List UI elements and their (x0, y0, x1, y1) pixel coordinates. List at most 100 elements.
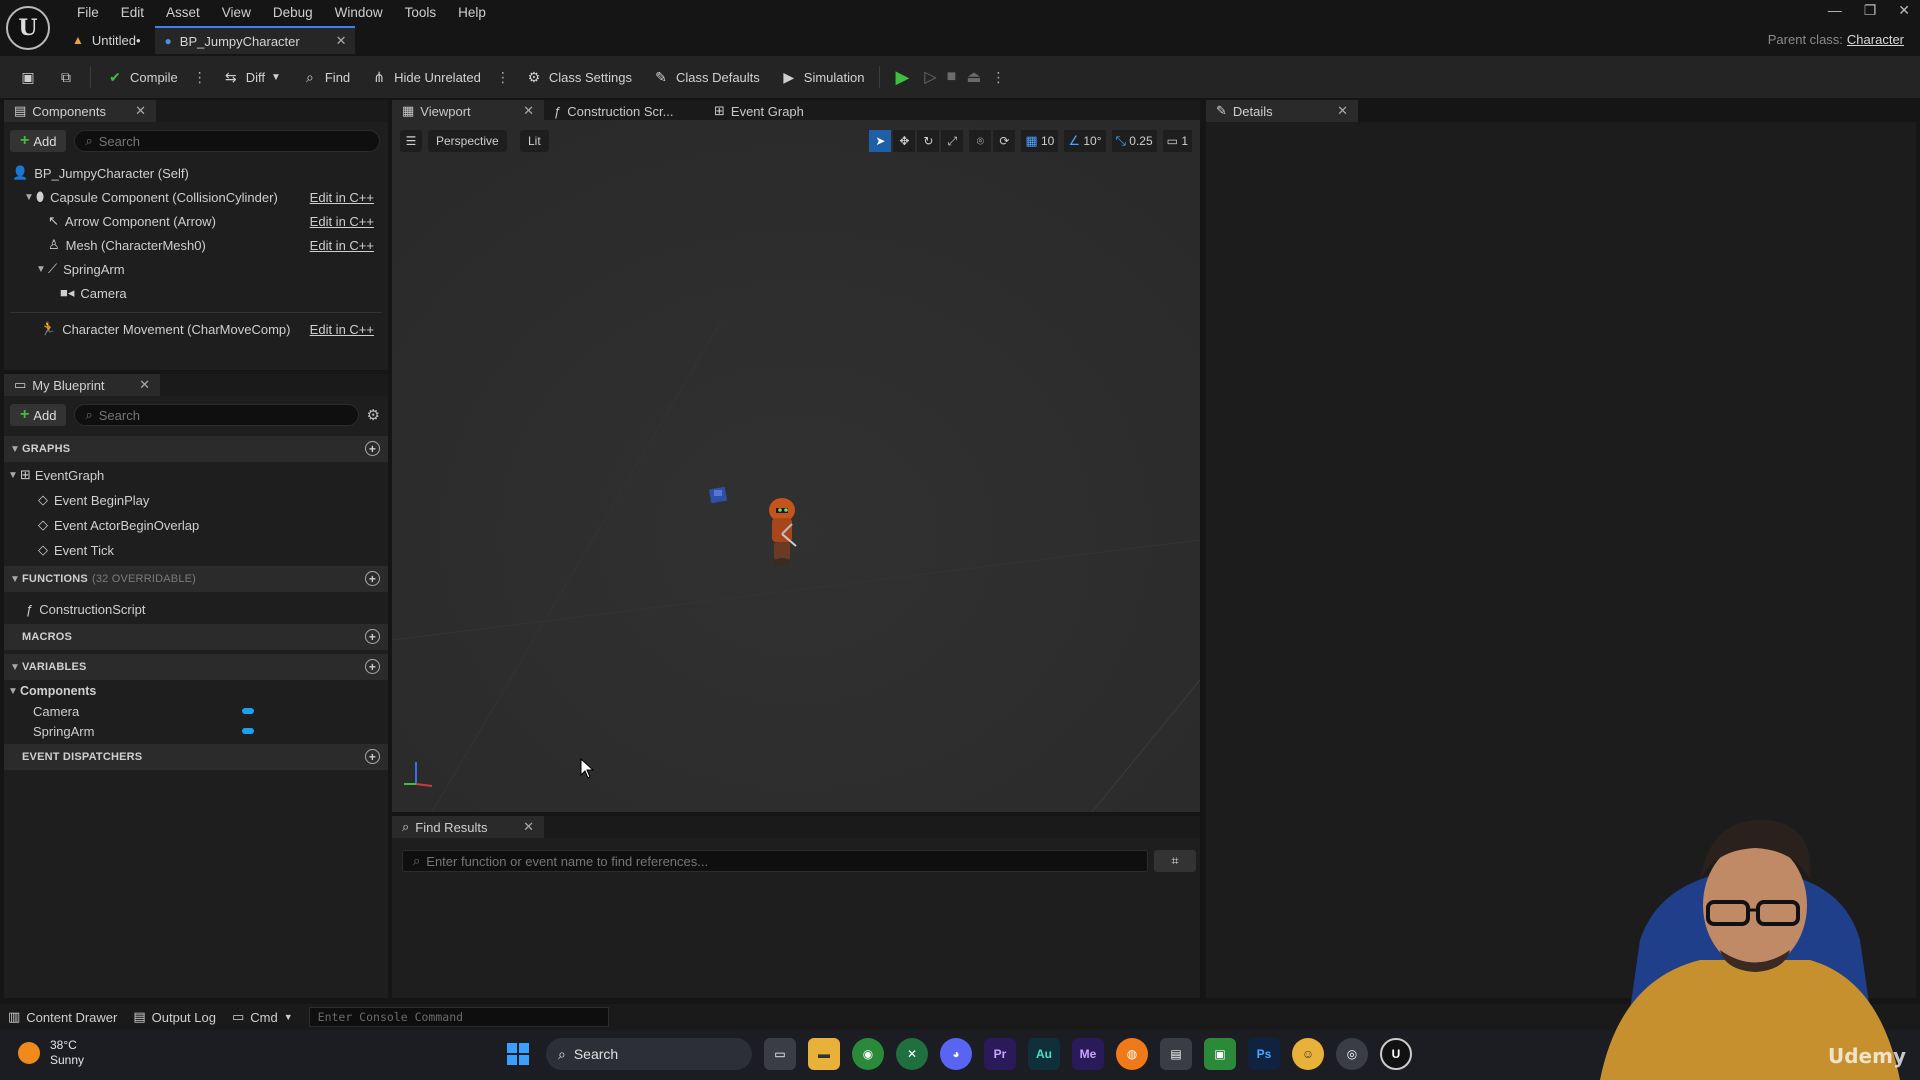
step-button[interactable]: ▷ (920, 62, 940, 92)
rotation-snap-button[interactable]: ∠ 10° (1064, 130, 1106, 152)
menu-asset[interactable]: Asset (155, 2, 211, 24)
find-results-search-field[interactable]: ⌕ (402, 850, 1148, 872)
unreal-engine-taskbar-icon[interactable]: U (1380, 1038, 1412, 1070)
section-functions[interactable]: ▼ FUNCTIONS (32 OVERRIDABLE) + (4, 566, 388, 592)
discord-icon[interactable]: ◕ (940, 1038, 972, 1070)
lock-icon[interactable]: ▣ (1204, 1038, 1236, 1070)
variable-springarm[interactable]: SpringArm (33, 720, 94, 742)
tree-row-self[interactable]: 👤 BP_JumpyCharacter (Self) (12, 162, 384, 184)
minimize-icon[interactable]: — (1828, 2, 1842, 19)
eject-button[interactable]: ⏏ (962, 62, 985, 92)
edit-in-cpp-link[interactable]: Edit in C++ (310, 214, 374, 229)
tab-construction-script[interactable]: ƒ Construction Scr... (544, 100, 704, 122)
expand-icon[interactable]: ▼ (36, 264, 48, 275)
restore-icon[interactable]: ❐ (1864, 2, 1877, 19)
details-tab[interactable]: ✎ Details ✕ (1206, 100, 1358, 122)
tree-row-arrow[interactable]: ↖ Arrow Component (Arrow) Edit in C++ (48, 210, 384, 232)
perspective-button[interactable]: Perspective (428, 130, 507, 152)
translate-icon[interactable]: ✥ (893, 130, 916, 152)
windows-start-icon[interactable] (502, 1038, 534, 1070)
save-button[interactable]: ▣ (10, 62, 46, 92)
edit-in-cpp-link[interactable]: Edit in C++ (310, 238, 374, 253)
photoshop-icon[interactable]: Ps (1248, 1038, 1280, 1070)
components-search-input[interactable] (98, 133, 369, 149)
section-graphs[interactable]: ▼ GRAPHS + (4, 436, 388, 462)
diff-button[interactable]: ⇆ Diff ▼ (213, 62, 290, 92)
obs-icon[interactable]: ◎ (1336, 1038, 1368, 1070)
weather-widget[interactable]: 38°C Sunny (18, 1038, 84, 1068)
variable-camera[interactable]: Camera (33, 700, 79, 722)
character-preview[interactable] (708, 478, 828, 578)
content-drawer-button[interactable]: ▥ Content Drawer (8, 1009, 117, 1025)
rotate-icon[interactable]: ↻ (917, 130, 940, 152)
cmd-dropdown[interactable]: ▭ Cmd ▼ (232, 1009, 293, 1025)
components-tab[interactable]: ▤ Components ✕ (4, 100, 156, 122)
select-mode-icon[interactable]: ➤ (869, 130, 892, 152)
my-blueprint-search-input[interactable] (98, 407, 348, 423)
my-blueprint-search[interactable]: ⌕ (74, 404, 359, 426)
taskbar-search[interactable]: ⌕ Search (546, 1038, 752, 1070)
media-encoder-icon[interactable]: Me (1072, 1038, 1104, 1070)
xbox-icon[interactable]: ✕ (896, 1038, 928, 1070)
tree-row-springarm[interactable]: ▼ ⟋ SpringArm (36, 258, 384, 280)
section-macros[interactable]: MACROS + (4, 624, 388, 650)
menu-view[interactable]: View (211, 2, 262, 24)
play-button[interactable]: ▶ (886, 62, 918, 92)
doc-tab-untitled[interactable]: ▲ Untitled• (62, 26, 155, 54)
close-icon[interactable]: ✕ (336, 33, 347, 49)
event-begin-play[interactable]: ◇ Event BeginPlay (38, 489, 149, 511)
viewport-menu-icon[interactable]: ☰ (400, 130, 422, 152)
add-component-button[interactable]: + Add (10, 130, 67, 152)
tree-row-mesh[interactable]: ♙ Mesh (CharacterMesh0) Edit in C++ (48, 234, 384, 256)
find-button[interactable]: ⌕ Find (292, 62, 359, 92)
compile-button[interactable]: ✔ Compile (97, 62, 187, 92)
doc-tab-bp-jumpy-character[interactable]: ● BP_JumpyCharacter ✕ (154, 26, 355, 54)
camera-speed-button[interactable]: ▭ 1 (1162, 130, 1192, 152)
add-member-button[interactable]: + Add (10, 404, 67, 426)
find-in-all-blueprints-button[interactable]: ⌗ (1154, 850, 1196, 872)
class-defaults-button[interactable]: ✎ Class Defaults (643, 62, 769, 92)
close-icon[interactable]: ✕ (139, 377, 150, 393)
file-explorer-icon[interactable]: ▬ (808, 1038, 840, 1070)
find-results-search[interactable]: ⌕ (402, 850, 1148, 872)
hide-unrelated-button[interactable]: ⋔ Hide Unrelated (361, 62, 490, 92)
find-results-input[interactable] (426, 853, 1137, 869)
variable-category-components[interactable]: ▼ Components (8, 680, 96, 702)
close-icon[interactable]: ✕ (1337, 103, 1348, 119)
lit-button[interactable]: Lit (520, 130, 549, 152)
find-results-tab[interactable]: ⌕ Find Results ✕ (392, 816, 544, 838)
task-view-icon[interactable]: ▭ (764, 1038, 796, 1070)
my-blueprint-tab[interactable]: ▭ My Blueprint ✕ (4, 374, 160, 396)
close-icon[interactable]: ✕ (523, 103, 534, 119)
audition-icon[interactable]: Au (1028, 1038, 1060, 1070)
console-command-input[interactable]: Enter Console Command (308, 1007, 609, 1027)
tree-row-character-movement[interactable]: 🏃 Character Movement (CharMoveComp) Edit… (40, 318, 384, 340)
menu-debug[interactable]: Debug (262, 2, 324, 24)
clapperboard-icon[interactable]: ▤ (1160, 1038, 1192, 1070)
close-icon[interactable]: ✕ (523, 819, 534, 835)
event-actor-begin-overlap[interactable]: ◇ Event ActorBeginOverlap (38, 514, 199, 536)
unreal-logo-icon[interactable]: U (6, 6, 50, 50)
premiere-icon[interactable]: Pr (984, 1038, 1016, 1070)
add-dispatcher-icon[interactable]: + (365, 749, 380, 764)
grid-snap-button[interactable]: ▦ 10 (1021, 130, 1059, 152)
function-construction-script[interactable]: ƒ ConstructionScript (26, 598, 145, 620)
stop-button[interactable]: ■ (943, 62, 961, 92)
menu-window[interactable]: Window (324, 2, 394, 24)
chrome-icon[interactable]: ◉ (852, 1038, 884, 1070)
viewport[interactable]: ☰ Perspective Lit ➤ ✥ ↻ ⤢ ⌾ ⟳ ▦ 10 ∠ 10°… (392, 120, 1200, 812)
class-settings-button[interactable]: ⚙ Class Settings (516, 62, 641, 92)
menu-tools[interactable]: Tools (394, 2, 448, 24)
compile-options-icon[interactable]: ⋮ (189, 69, 211, 86)
browse-button[interactable]: ⧉ (48, 62, 84, 92)
add-function-icon[interactable]: + (365, 571, 380, 586)
gear-icon[interactable]: ⚙ (367, 406, 380, 424)
parent-class-link[interactable]: Character (1847, 32, 1904, 47)
simulation-button[interactable]: ▶ Simulation (771, 62, 874, 92)
scale-snap-button[interactable]: ⤡ 0.25 (1111, 130, 1157, 152)
menu-help[interactable]: Help (447, 2, 497, 24)
tab-viewport[interactable]: ▦ Viewport ✕ (392, 100, 544, 122)
add-macro-icon[interactable]: + (365, 629, 380, 644)
scale-icon[interactable]: ⤢ (941, 130, 964, 152)
edit-in-cpp-link[interactable]: Edit in C++ (310, 322, 374, 337)
